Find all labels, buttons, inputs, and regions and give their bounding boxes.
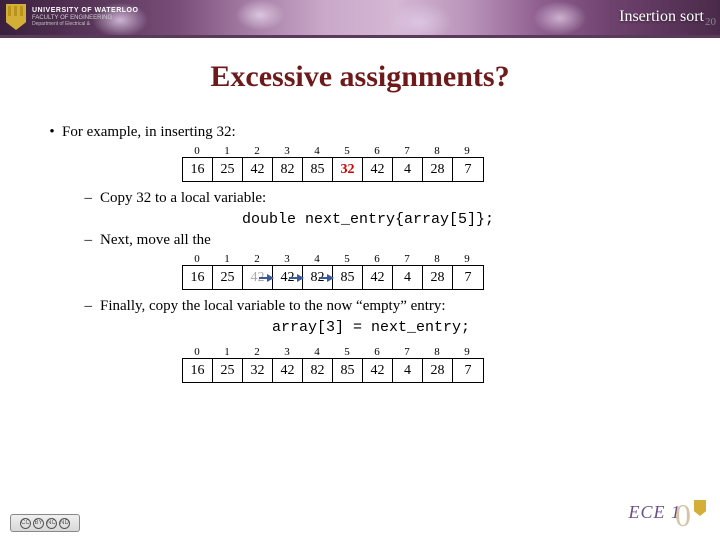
header-topic: Insertion sort: [619, 8, 704, 26]
index-cell: 2: [242, 145, 272, 157]
index-cell: 0: [182, 145, 212, 157]
index-cell: 8: [422, 253, 452, 265]
value-cell: 28: [423, 158, 453, 181]
header-band: UNIVERSITY OF WATERLOO FACULTY OF ENGINE…: [0, 0, 720, 38]
value-cell: 32: [243, 359, 273, 382]
value-cell: 4: [393, 158, 423, 181]
code-line-1: double next_entry{array[5]};: [242, 211, 678, 228]
index-cell: 6: [362, 346, 392, 358]
index-cell: 7: [392, 253, 422, 265]
cc-icon: CC: [20, 518, 31, 529]
index-cell: 4: [302, 253, 332, 265]
index-cell: 6: [362, 145, 392, 157]
org-line1: UNIVERSITY OF: [32, 7, 92, 14]
bullet-sub3-text: Finally, copy the local variable to the …: [100, 298, 446, 315]
footer-shield-icon: [694, 500, 706, 516]
shield-icon: [6, 4, 26, 30]
value-cell: 85: [333, 266, 363, 289]
index-cell: 5: [332, 346, 362, 358]
bullet-sub1-text: Copy 32 to a local variable:: [100, 190, 266, 207]
index-cell: 0: [182, 346, 212, 358]
bullet-sub2-text: Next, move all the: [100, 232, 211, 249]
array-1: 0123456789 162542828532424287: [182, 145, 678, 182]
index-cell: 7: [392, 346, 422, 358]
value-cell: 28: [423, 359, 453, 382]
dash-icon: –: [70, 298, 100, 315]
bullet-sub1: – Copy 32 to a local variable:: [70, 190, 678, 207]
org-line4: Department of Electrical &: [32, 21, 90, 27]
value-cell: 82: [273, 158, 303, 181]
value-cell: 7: [453, 359, 483, 382]
index-cell: 4: [302, 145, 332, 157]
course-big-digit: 0: [675, 497, 692, 533]
index-cell: 6: [362, 253, 392, 265]
index-cell: 1: [212, 253, 242, 265]
index-cell: 9: [452, 346, 482, 358]
index-cell: 1: [212, 145, 242, 157]
bullet-sub3: – Finally, copy the local variable to th…: [70, 298, 678, 315]
value-cell: 16: [183, 359, 213, 382]
index-cell: 0: [182, 253, 212, 265]
index-cell: 2: [242, 346, 272, 358]
index-cell: 3: [272, 346, 302, 358]
cc-nd-icon: ND: [59, 518, 70, 529]
dash-icon: –: [70, 190, 100, 207]
org-line2: WATERLOO: [95, 7, 139, 14]
value-cell: 42: [243, 158, 273, 181]
index-cell: 9: [452, 253, 482, 265]
course-prefix: ECE 1: [629, 502, 682, 522]
value-cell: 25: [213, 158, 243, 181]
cc-nc-icon: NC: [46, 518, 57, 529]
index-cell: 5: [332, 253, 362, 265]
bullet-sub2: – Next, move all the: [70, 232, 678, 249]
cc-by-icon: BY: [33, 518, 44, 529]
value-cell: 82: [303, 359, 333, 382]
index-cell: 3: [272, 145, 302, 157]
array-2: 0123456789 162542428285424287: [182, 253, 678, 290]
value-cell: 25: [213, 359, 243, 382]
index-cell: 8: [422, 346, 452, 358]
bullet-main: • For example, in inserting 32:: [42, 124, 678, 141]
value-cell: 42: [363, 266, 393, 289]
value-cell: 16: [183, 266, 213, 289]
bullet-dot-icon: •: [42, 124, 62, 141]
value-cell: 42: [273, 266, 303, 289]
university-text: UNIVERSITY OF WATERLOO FACULTY OF ENGINE…: [32, 7, 138, 27]
slide-title: Excessive assignments?: [0, 60, 720, 94]
code-line-2: array[3] = next_entry;: [272, 319, 678, 336]
value-cell: 16: [183, 158, 213, 181]
value-cell: 42: [273, 359, 303, 382]
array-3: 0123456789 162532428285424287: [182, 346, 678, 383]
bullet-main-text: For example, in inserting 32:: [62, 124, 236, 141]
value-cell: 85: [303, 158, 333, 181]
index-cell: 8: [422, 145, 452, 157]
slide-content: • For example, in inserting 32: 01234567…: [0, 94, 720, 383]
value-cell: 7: [453, 266, 483, 289]
value-cell: 25: [213, 266, 243, 289]
university-logo: UNIVERSITY OF WATERLOO FACULTY OF ENGINE…: [6, 4, 138, 30]
value-cell: 4: [393, 266, 423, 289]
value-cell: 82: [303, 266, 333, 289]
index-cell: 3: [272, 253, 302, 265]
value-cell: 42: [363, 158, 393, 181]
index-cell: 4: [302, 346, 332, 358]
value-cell: 42: [363, 359, 393, 382]
cc-license-badge: CC BY NC ND: [10, 514, 80, 532]
index-cell: 7: [392, 145, 422, 157]
footer-course-logo: ECE 10: [629, 497, 707, 534]
value-cell: 32: [333, 158, 363, 181]
value-cell: 42: [243, 266, 273, 289]
value-cell: 4: [393, 359, 423, 382]
index-cell: 5: [332, 145, 362, 157]
index-cell: 2: [242, 253, 272, 265]
value-cell: 28: [423, 266, 453, 289]
dash-icon: –: [70, 232, 100, 249]
value-cell: 85: [333, 359, 363, 382]
index-cell: 1: [212, 346, 242, 358]
value-cell: 7: [453, 158, 483, 181]
index-cell: 9: [452, 145, 482, 157]
slide-number: 20: [705, 16, 716, 28]
